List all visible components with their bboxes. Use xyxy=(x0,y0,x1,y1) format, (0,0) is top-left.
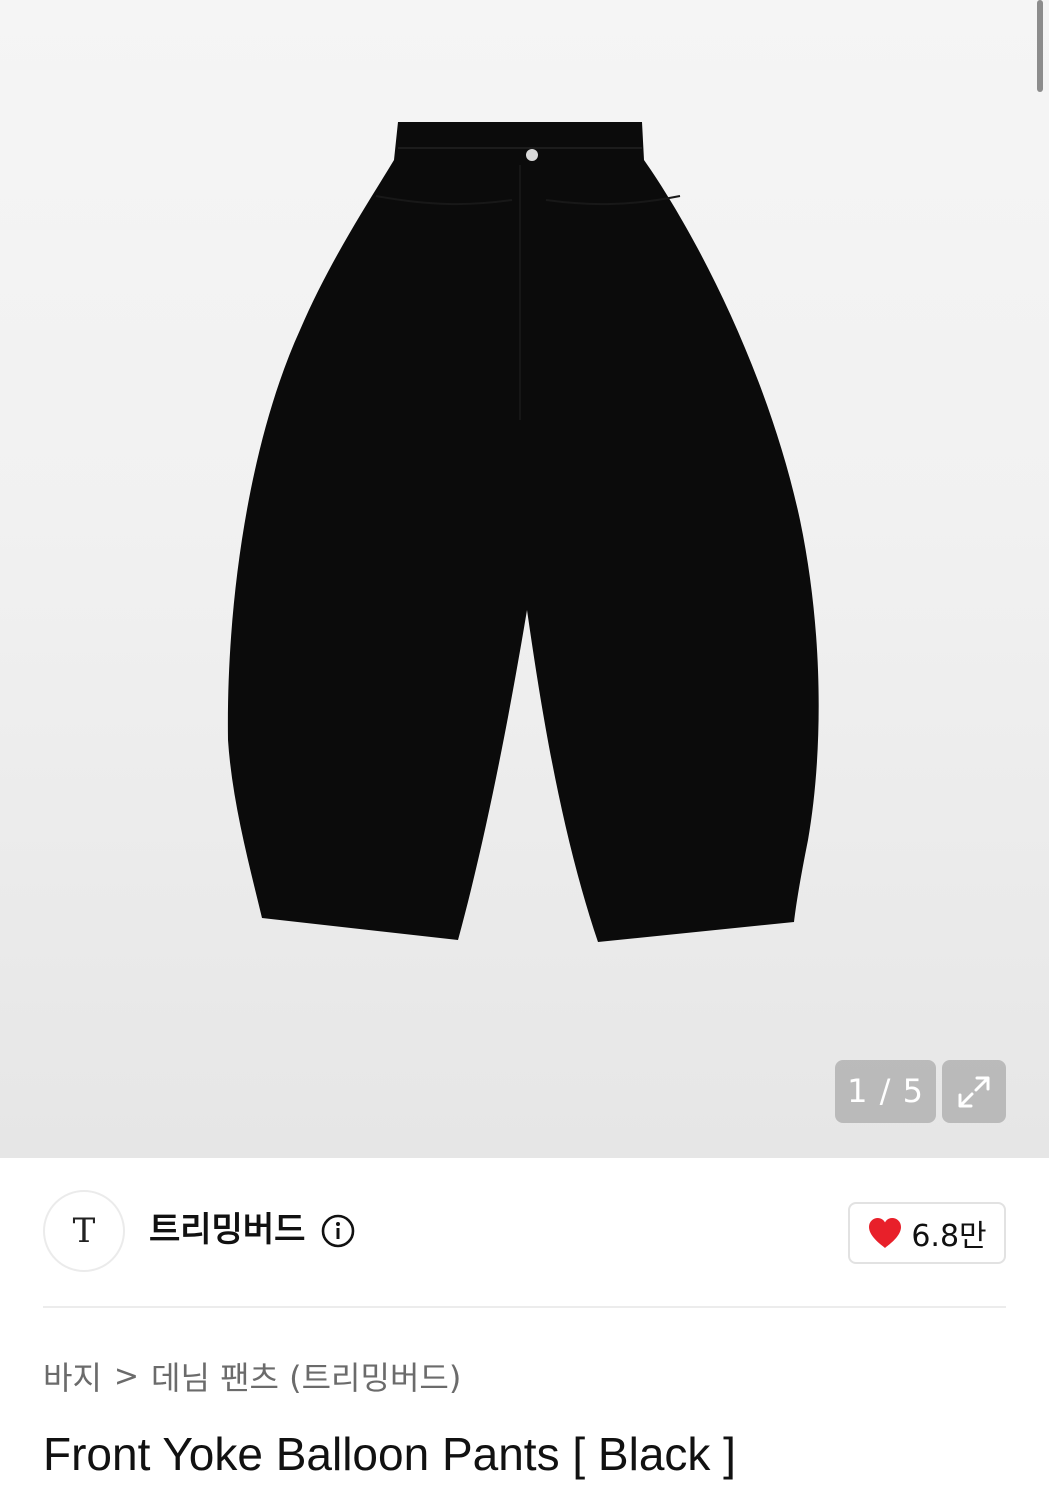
brand-name[interactable]: 트리밍버드 xyxy=(149,1206,305,1254)
like-button[interactable]: 6.8만 xyxy=(848,1202,1006,1264)
info-circle-icon[interactable] xyxy=(321,1214,355,1248)
heart-icon xyxy=(869,1218,902,1248)
breadcrumb-subcategory[interactable]: 데님 팬츠 (트리밍버드) xyxy=(151,1353,461,1399)
product-page: 1 / 5 T 트리밍버드 6.8만 바지 > 데님 팬츠 (트리밍버드) Fr… xyxy=(0,0,1049,1500)
brand-logo[interactable]: T xyxy=(43,1190,125,1272)
expand-icon xyxy=(958,1076,990,1107)
brand-logo-text: T xyxy=(72,1211,96,1251)
product-image-gallery[interactable]: 1 / 5 xyxy=(0,0,1049,1158)
chevron-right-icon: > xyxy=(113,1358,140,1394)
scrollbar[interactable] xyxy=(1037,0,1043,92)
image-counter: 1 / 5 xyxy=(835,1060,936,1123)
brand-row: T 트리밍버드 6.8만 xyxy=(43,1190,1006,1276)
like-count: 6.8만 xyxy=(911,1219,987,1254)
divider xyxy=(43,1306,1006,1308)
product-image[interactable] xyxy=(0,0,1049,1158)
breadcrumb-category[interactable]: 바지 xyxy=(43,1353,102,1399)
expand-button[interactable] xyxy=(942,1060,1006,1123)
breadcrumb: 바지 > 데님 팬츠 (트리밍버드) xyxy=(43,1354,461,1398)
product-title: Front Yoke Balloon Pants [ Black ] xyxy=(43,1428,736,1480)
